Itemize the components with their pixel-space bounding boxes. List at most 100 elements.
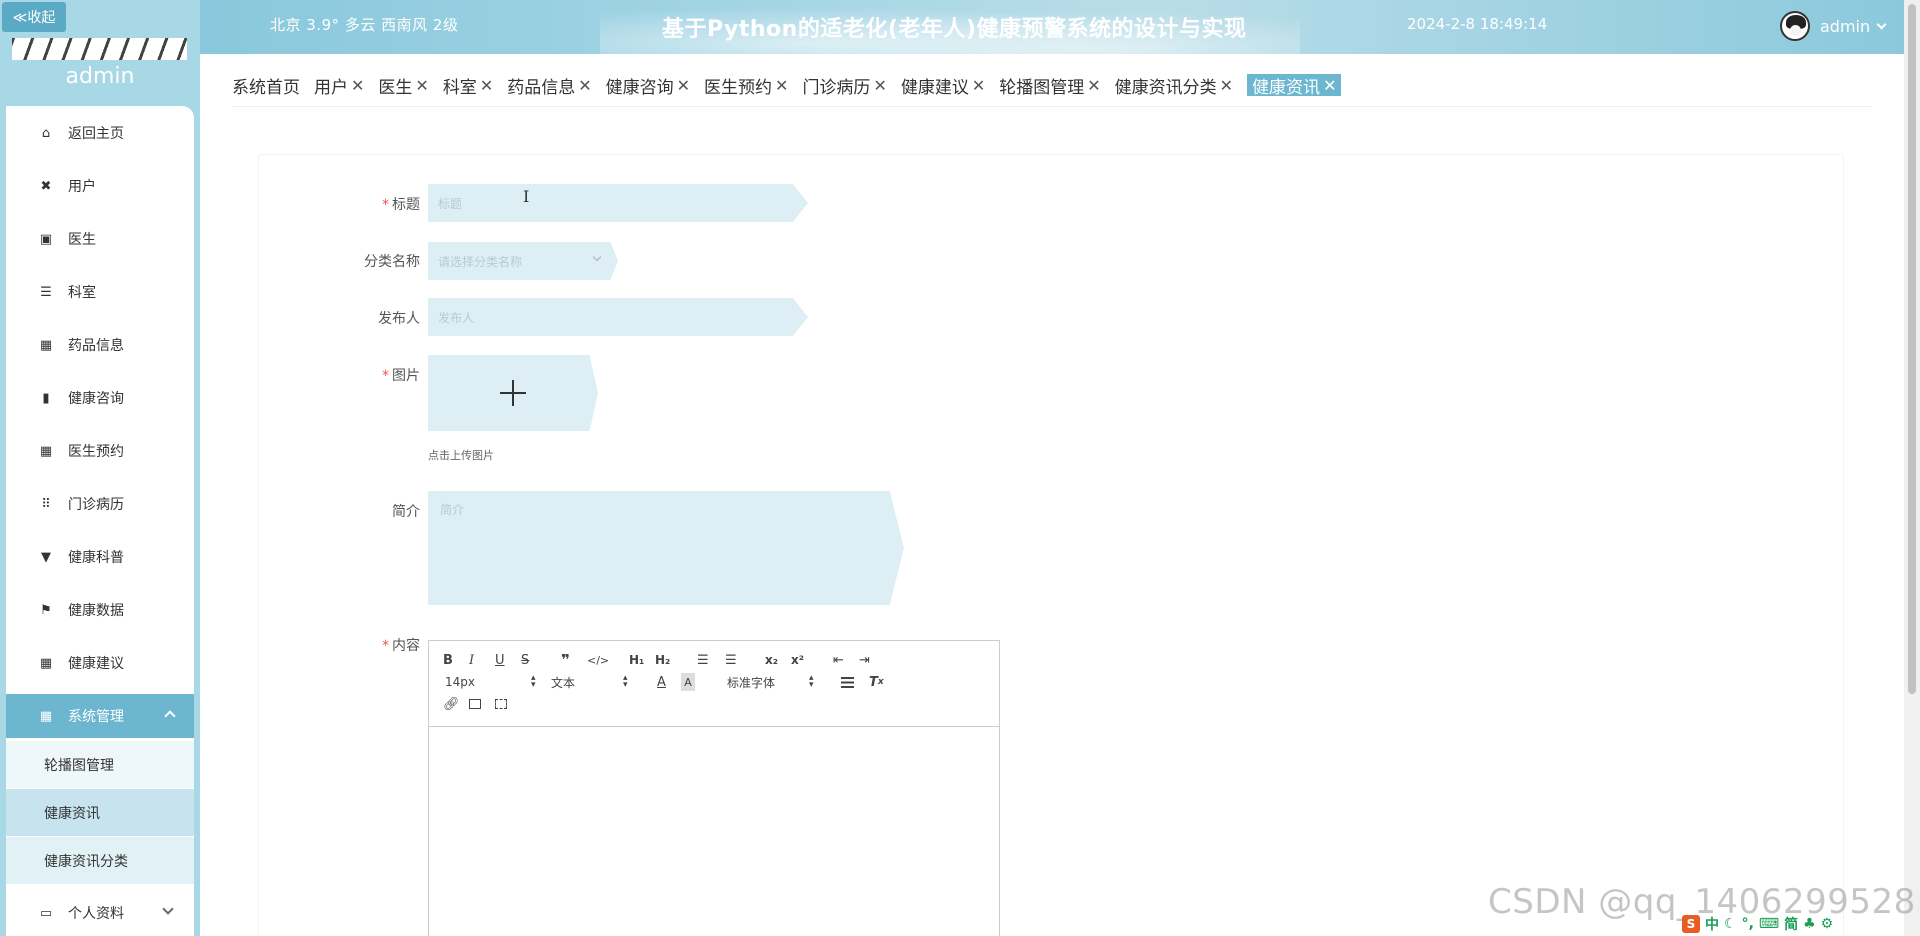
heading2-button[interactable]: H₂ xyxy=(655,651,670,669)
sidebar-item-system-management[interactable]: ▦ 系统管理 xyxy=(6,694,194,738)
blockquote-button[interactable]: ❞ xyxy=(561,651,570,669)
keyboard-icon[interactable]: ⌨ xyxy=(1759,916,1779,932)
settings-icon[interactable]: ⚙ xyxy=(1821,916,1834,932)
close-icon[interactable]: ✕ xyxy=(873,76,886,95)
sidebar-item-8[interactable]: ⠿ 门诊病历 xyxy=(6,482,194,526)
tab-11[interactable]: 健康资讯分类 ✕ xyxy=(1115,74,1233,98)
grid-icon: ▦ xyxy=(39,708,53,724)
tab-6[interactable]: 健康咨询 ✕ xyxy=(606,74,690,98)
sidebar-item-1[interactable]: ⌂ 返回主页 xyxy=(6,111,194,155)
sidebar-username: admin xyxy=(65,64,135,89)
publisher-label: 发布人 xyxy=(378,311,420,327)
tab-label: 医生预约 xyxy=(704,77,773,98)
sidebar-item-9[interactable]: ▼ 健康科普 xyxy=(6,535,194,579)
align-left-icon xyxy=(841,676,854,688)
title-input[interactable]: 标题 xyxy=(428,184,808,222)
sidebar-subitem-news-category[interactable]: 健康资讯分类 xyxy=(6,837,194,884)
ime-lang[interactable]: 中 xyxy=(1705,914,1719,934)
ordered-list-button[interactable]: ☰ xyxy=(697,651,709,669)
sidebar-item-7[interactable]: ▦ 医生预约 xyxy=(6,429,194,473)
bullet-list-button[interactable]: ☰ xyxy=(725,651,737,669)
tab-label: 系统首页 xyxy=(232,77,300,98)
tab-7[interactable]: 医生预约 ✕ xyxy=(704,74,788,98)
punctuation-icon[interactable]: °, xyxy=(1742,916,1754,932)
tab-10[interactable]: 轮播图管理 ✕ xyxy=(999,74,1100,98)
header-username: admin xyxy=(1820,16,1871,36)
background-color-button[interactable]: A xyxy=(681,673,695,691)
sidebar-item-label: 健康建议 xyxy=(68,656,124,672)
title-label: * 标题 xyxy=(382,197,420,213)
image-icon xyxy=(469,699,481,709)
close-icon[interactable]: ✕ xyxy=(351,76,364,95)
close-icon[interactable]: ✕ xyxy=(480,76,493,95)
tab-9[interactable]: 健康建议 ✕ xyxy=(901,74,985,98)
text-color-button[interactable]: A xyxy=(657,673,666,691)
link-button[interactable]: 🔗︎ xyxy=(443,695,460,713)
sidebar-item-label: 返回主页 xyxy=(68,126,124,142)
tab-5[interactable]: 药品信息 ✕ xyxy=(507,74,591,98)
intro-textarea[interactable]: 简介 xyxy=(428,491,904,605)
close-icon[interactable]: ✕ xyxy=(775,76,788,95)
close-icon[interactable]: ✕ xyxy=(1220,76,1233,95)
video-button[interactable] xyxy=(495,695,507,713)
sidebar-subitem-health-news[interactable]: 健康资讯 xyxy=(6,789,194,836)
rich-text-editor[interactable]: B I U S ❞ </> H₁ H₂ ☰ ☰ x₂ x² ⇤ ⇥ 14px ▴… xyxy=(428,640,1000,936)
align-button[interactable] xyxy=(841,673,854,691)
close-icon[interactable]: ✕ xyxy=(1087,76,1100,95)
tab-8[interactable]: 门诊病历 ✕ xyxy=(802,74,886,98)
sidebar-item-5[interactable]: ▦ 药品信息 xyxy=(6,323,194,367)
subscript-button[interactable]: x₂ xyxy=(765,651,778,669)
close-icon[interactable]: ✕ xyxy=(578,76,591,95)
sidebar-item-3[interactable]: ▣ 医生 xyxy=(6,217,194,261)
tab-3[interactable]: 医生 ✕ xyxy=(378,74,428,98)
ime-toolbar[interactable]: S 中 ☾ °, ⌨ 简 ♣ ⚙ xyxy=(1682,914,1833,934)
sidebar-item-4[interactable]: ☰ 科室 xyxy=(6,270,194,314)
sidebar-subitem-carousel[interactable]: 轮播图管理 xyxy=(6,741,194,788)
collapse-button[interactable]: ≪收起 xyxy=(2,2,66,32)
font-family-select[interactable]: 标准字体 ▴ ▾ xyxy=(727,673,817,691)
sidebar-item-label: 健康科普 xyxy=(68,550,124,566)
clear-format-button[interactable]: Tx xyxy=(869,673,884,691)
sidebar-item-10[interactable]: ⚑ 健康数据 xyxy=(6,588,194,632)
strikethrough-button[interactable]: S xyxy=(521,651,529,669)
list-icon: ☰ xyxy=(40,284,52,300)
brush-icon: ▼ xyxy=(41,549,51,565)
tab-1[interactable]: 系统首页 xyxy=(232,74,300,98)
tab-2[interactable]: 用户 ✕ xyxy=(314,74,364,98)
publisher-input[interactable]: 发布人 xyxy=(428,298,808,336)
superscript-button[interactable]: x² xyxy=(791,651,804,669)
close-icon[interactable]: ✕ xyxy=(972,76,985,95)
tab-12[interactable]: 健康资讯 ✕ xyxy=(1247,74,1342,98)
outdent-button[interactable]: ⇤ xyxy=(833,651,844,669)
italic-button[interactable]: I xyxy=(469,651,474,669)
tab-label: 科室 xyxy=(442,77,477,98)
grid-icon: ▦ xyxy=(39,443,53,459)
skin-icon[interactable]: ♣ xyxy=(1803,916,1816,932)
bold-button[interactable]: B xyxy=(443,651,453,669)
font-size-select[interactable]: 14px ▴ ▾ xyxy=(445,673,536,691)
sidebar-item-label: 健康数据 xyxy=(68,603,124,619)
page-scrollbar[interactable] xyxy=(1904,0,1920,936)
sidebar-item-profile[interactable]: ▭ 个人资料 xyxy=(6,891,194,935)
moon-icon[interactable]: ☾ xyxy=(1724,916,1737,932)
sidebar-item-2[interactable]: ✖ 用户 xyxy=(6,164,194,208)
underline-button[interactable]: U xyxy=(495,651,505,669)
sidebar-item-11[interactable]: ▦ 健康建议 xyxy=(6,641,194,685)
indent-button[interactable]: ⇥ xyxy=(859,651,870,669)
image-upload-button[interactable] xyxy=(428,355,598,431)
close-icon[interactable]: ✕ xyxy=(415,76,428,95)
heading1-button[interactable]: H₁ xyxy=(629,651,644,669)
image-button[interactable] xyxy=(469,695,481,713)
category-select[interactable]: 请选择分类名称 xyxy=(428,242,618,280)
close-icon[interactable]: ✕ xyxy=(677,76,690,95)
category-placeholder: 请选择分类名称 xyxy=(438,254,523,269)
profile-icon: ▭ xyxy=(39,905,53,921)
sidebar-item-6[interactable]: ▮ 健康咨询 xyxy=(6,376,194,420)
ime-mode[interactable]: 简 xyxy=(1784,914,1798,934)
tab-4[interactable]: 科室 ✕ xyxy=(442,74,493,98)
code-block-button[interactable]: </> xyxy=(587,651,609,669)
close-icon[interactable]: ✕ xyxy=(1323,76,1336,95)
user-menu[interactable]: admin xyxy=(1780,11,1887,41)
header-select[interactable]: 文本 ▴ ▾ xyxy=(551,673,631,691)
scrollbar-thumb[interactable] xyxy=(1908,4,1916,694)
